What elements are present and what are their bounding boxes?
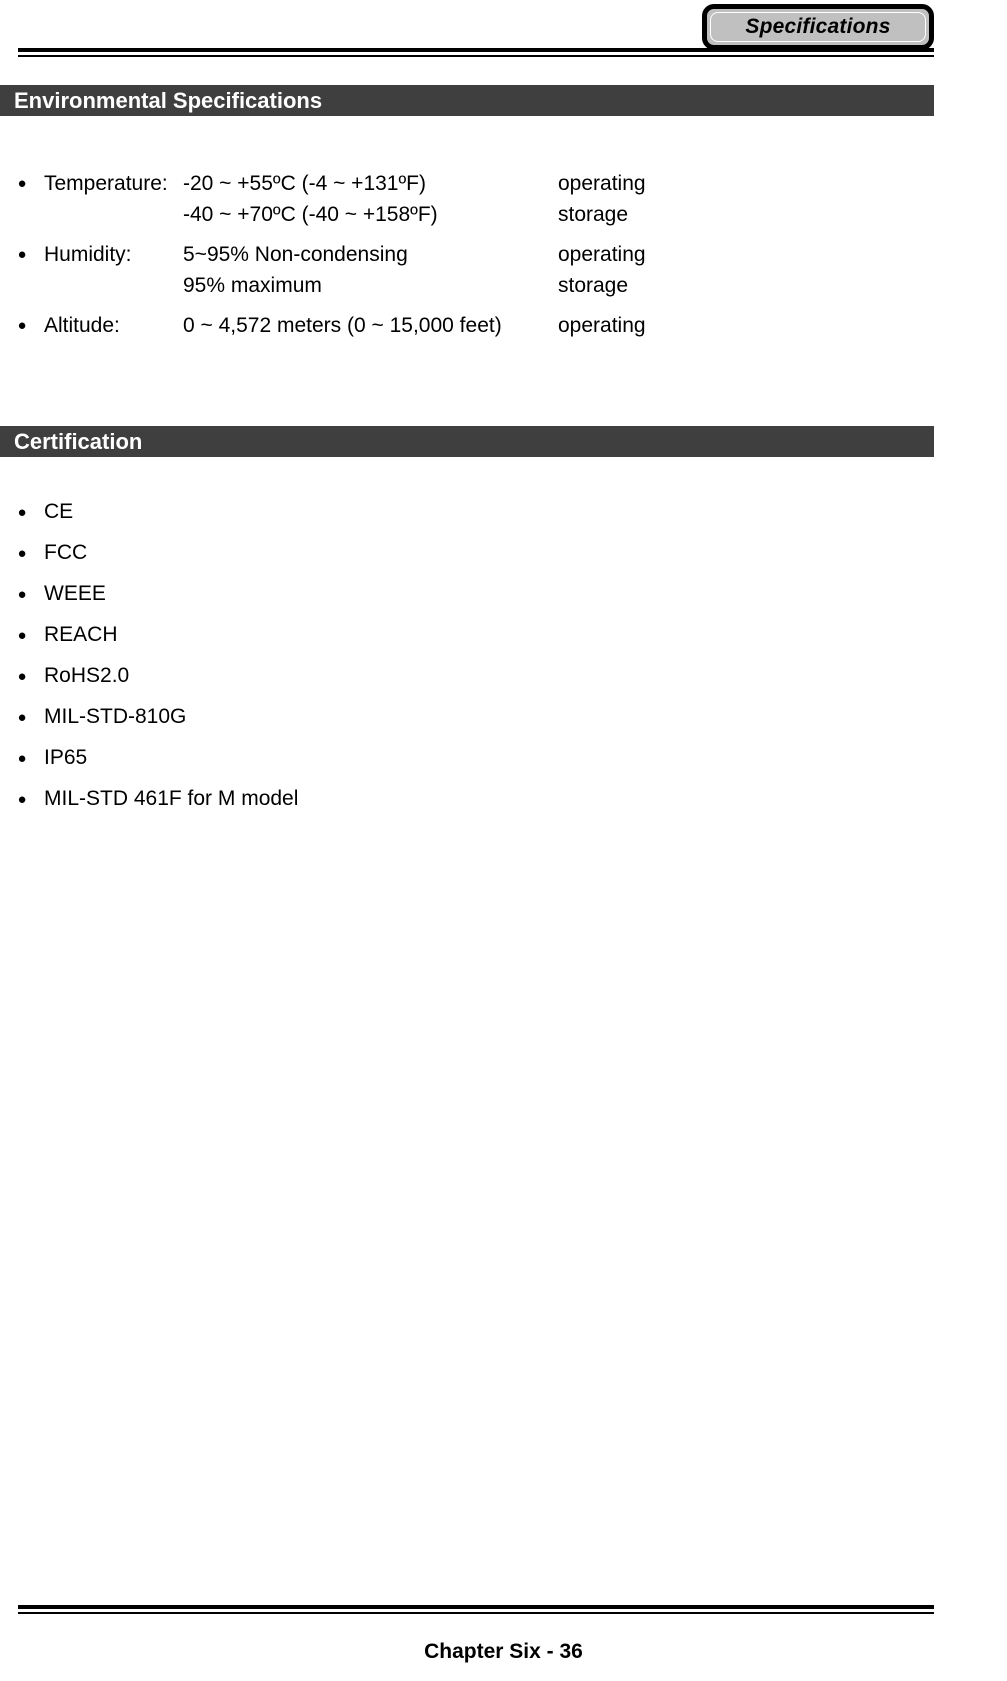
section-header-certification: Certification: [0, 426, 934, 457]
certification-label: RoHS2.0: [44, 664, 130, 687]
certification-label: REACH: [44, 623, 118, 646]
section-title-certification: Certification: [14, 428, 143, 454]
list-item: MIL-STD 461F for M model: [0, 784, 1007, 815]
list-item: CE: [0, 497, 1007, 528]
certification-label: IP65: [44, 746, 88, 769]
bullet-icon: [0, 310, 44, 341]
certification-label: MIL-STD 461F for M model: [44, 787, 299, 810]
spec-modes-humidity: operating storage: [558, 239, 646, 301]
bullet-icon: [0, 239, 44, 270]
footer-page-label: Chapter Six - 36: [424, 1640, 583, 1663]
spec-row-humidity: Humidity: 5~95% Non-condensing 95% maxim…: [0, 239, 1007, 301]
spec-row-temperature: Temperature: -20 ~ +55ºC (-4 ~ +131ºF) -…: [0, 168, 1007, 230]
bullet-icon: [0, 620, 44, 651]
section-title-environmental: Environmental Specifications: [14, 87, 323, 113]
spec-value-altitude-operating: 0 ~ 4,572 meters (0 ~ 15,000 feet): [183, 314, 502, 337]
certification-label: FCC: [44, 541, 88, 564]
certification-label: WEEE: [44, 582, 106, 605]
list-item: FCC: [0, 538, 1007, 569]
spec-label-temperature: Temperature:: [44, 172, 168, 195]
bullet-icon: [0, 702, 44, 733]
footer-divider-rule: [18, 1605, 934, 1614]
spec-mode-temperature-storage: storage: [558, 203, 629, 226]
header-chapter-tab: Specifications: [702, 4, 934, 50]
spec-mode-altitude-operating: operating: [558, 314, 646, 337]
bullet-icon: [0, 168, 44, 199]
spec-label-altitude: Altitude:: [44, 314, 120, 337]
spec-value-temperature-storage: -40 ~ +70ºC (-40 ~ +158ºF): [183, 203, 438, 226]
spec-values-humidity: 5~95% Non-condensing 95% maximum: [183, 239, 558, 301]
bullet-icon: [0, 497, 44, 528]
certification-list: CE FCC WEEE REACH RoHS2.0 MIL-STD-810G I…: [0, 497, 1007, 825]
spec-mode-humidity-operating: operating: [558, 243, 646, 266]
bullet-icon: [0, 784, 44, 815]
certification-label: CE: [44, 500, 74, 523]
bullet-icon: [0, 743, 44, 774]
spec-value-temperature-operating: -20 ~ +55ºC (-4 ~ +131ºF): [183, 172, 426, 195]
spec-mode-humidity-storage: storage: [558, 274, 629, 297]
spec-mode-temperature-operating: operating: [558, 172, 646, 195]
spec-label-humidity: Humidity:: [44, 243, 132, 266]
list-item: IP65: [0, 743, 1007, 774]
bullet-icon: [0, 538, 44, 569]
bullet-icon: [0, 579, 44, 610]
spec-value-humidity-operating: 5~95% Non-condensing: [183, 243, 408, 266]
section-header-environmental-specifications: Environmental Specifications: [0, 85, 934, 116]
spec-value-humidity-storage: 95% maximum: [183, 274, 322, 297]
spec-values-temperature: -20 ~ +55ºC (-4 ~ +131ºF) -40 ~ +70ºC (-…: [183, 168, 558, 230]
list-item: REACH: [0, 620, 1007, 651]
spec-values-altitude: 0 ~ 4,572 meters (0 ~ 15,000 feet): [183, 310, 558, 341]
list-item: MIL-STD-810G: [0, 702, 1007, 733]
list-item: WEEE: [0, 579, 1007, 610]
bullet-icon: [0, 661, 44, 692]
page-header: Specifications: [0, 0, 1007, 70]
header-tab-label: Specifications: [745, 15, 891, 38]
environmental-spec-list: Temperature: -20 ~ +55ºC (-4 ~ +131ºF) -…: [0, 168, 1007, 350]
list-item: RoHS2.0: [0, 661, 1007, 692]
spec-modes-altitude: operating: [558, 310, 646, 341]
spec-modes-temperature: operating storage: [558, 168, 646, 230]
spec-row-altitude: Altitude: 0 ~ 4,572 meters (0 ~ 15,000 f…: [0, 310, 1007, 341]
certification-label: MIL-STD-810G: [44, 705, 187, 728]
